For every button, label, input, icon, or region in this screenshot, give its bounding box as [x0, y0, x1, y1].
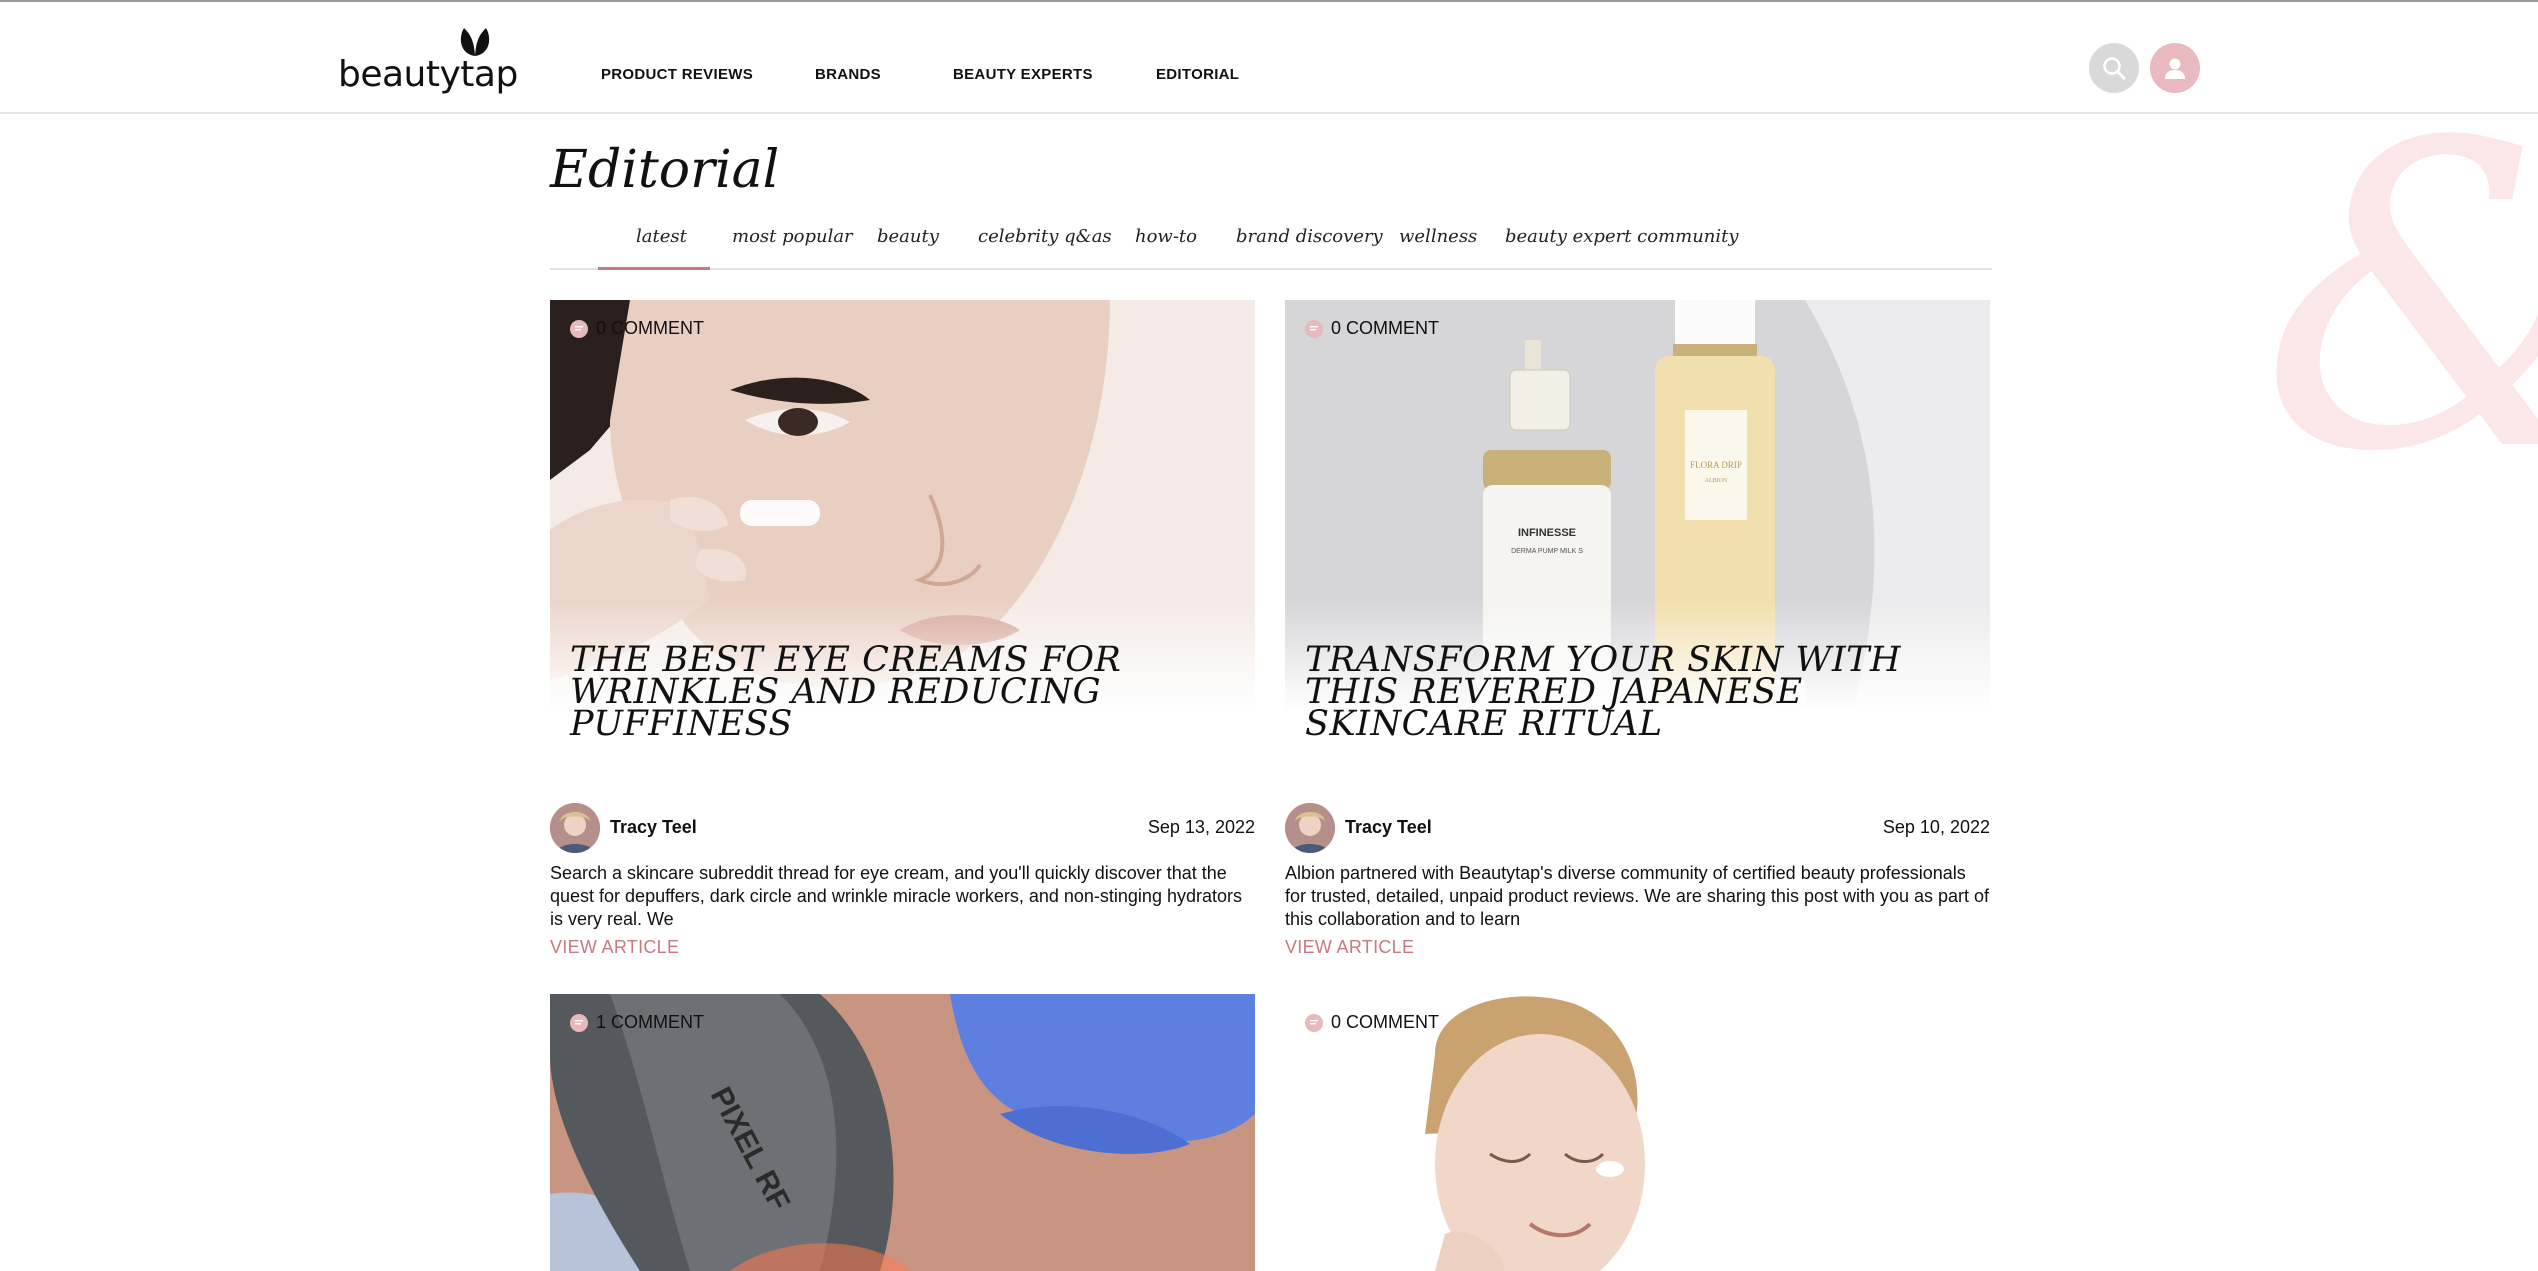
site-header: beautytap PRODUCT REVIEWS BRANDS BEAUTY …: [0, 2, 2538, 114]
author-name[interactable]: Tracy Teel: [1345, 817, 1432, 838]
article-card: PIXEL RF 1 COMMENT: [550, 994, 1255, 1271]
product-label-4: ALBION: [1705, 478, 1728, 484]
nav-brands[interactable]: BRANDS: [815, 66, 881, 83]
logo-text: beautytap: [338, 54, 518, 95]
article-card: 0 COMMENT: [1285, 994, 1990, 1271]
user-icon: [2165, 58, 2185, 79]
comment-icon: [570, 319, 588, 338]
comment-count-label: 0 COMMENT: [1331, 1012, 1439, 1032]
article-title[interactable]: TRANSFORM YOUR SKIN WITH THIS REVERED JA…: [1305, 643, 1975, 741]
article-meta: Tracy Teel Sep 10, 2022: [1285, 803, 1990, 853]
comment-count[interactable]: 0 COMMENT: [1305, 318, 1439, 339]
article-title[interactable]: THE BEST EYE CREAMS FOR WRINKLES AND RED…: [570, 643, 1240, 741]
account-button[interactable]: [2150, 43, 2200, 93]
tab-how-to[interactable]: how-to: [1135, 226, 1197, 247]
product-label-2: DERMA PUMP MILK S: [1511, 548, 1583, 555]
article-image[interactable]: 0 COMMENT THE BEST EYE CREAMS FOR WRINKL…: [550, 300, 1255, 740]
nav-editorial[interactable]: EDITORIAL: [1156, 66, 1239, 83]
view-article-link[interactable]: VIEW ARTICLE: [550, 937, 679, 958]
article-card: 0 COMMENT THE BEST EYE CREAMS FOR WRINKL…: [550, 300, 1255, 957]
article-image[interactable]: 0 COMMENT: [1285, 994, 1990, 1271]
article-card: INFINESSE DERMA PUMP MILK S FLORA DRIP A…: [1285, 300, 1990, 957]
article-excerpt: Search a skincare subreddit thread for e…: [550, 863, 1242, 929]
author-name[interactable]: Tracy Teel: [610, 817, 697, 838]
active-tab-indicator: [598, 267, 710, 270]
comment-count-label: 1 COMMENT: [596, 1012, 704, 1032]
article-image[interactable]: PIXEL RF 1 COMMENT: [550, 994, 1255, 1271]
comment-count-label: 0 COMMENT: [596, 318, 704, 338]
product-label-1: INFINESSE: [1518, 527, 1576, 539]
article-date: Sep 10, 2022: [1882, 817, 1990, 837]
tab-beauty[interactable]: beauty: [877, 226, 939, 247]
tab-brand-discovery[interactable]: brand discovery: [1236, 226, 1383, 247]
article-image[interactable]: INFINESSE DERMA PUMP MILK S FLORA DRIP A…: [1285, 300, 1990, 740]
comment-count-label: 0 COMMENT: [1331, 318, 1439, 338]
product-label-3: FLORA DRIP: [1690, 460, 1742, 470]
tab-celebrity-qas[interactable]: celebrity q&as: [978, 226, 1112, 247]
nav-product-reviews[interactable]: PRODUCT REVIEWS: [601, 66, 753, 83]
device-illustration: PIXEL RF: [550, 994, 1255, 1271]
article-excerpt: Albion partnered with Beautytap's divers…: [1285, 863, 1990, 929]
article-meta: Tracy Teel Sep 13, 2022: [550, 803, 1255, 853]
tab-latest[interactable]: latest: [636, 226, 687, 247]
comment-icon: [1305, 319, 1323, 338]
view-article-link[interactable]: VIEW ARTICLE: [1285, 937, 1414, 958]
comment-count[interactable]: 0 COMMENT: [570, 318, 704, 339]
search-icon: [2103, 57, 2126, 80]
author-avatar[interactable]: [1285, 803, 1335, 853]
leaf-logo-icon: [460, 28, 490, 56]
author-avatar[interactable]: [550, 803, 600, 853]
model-illustration: [1285, 994, 1990, 1271]
category-tabs: latest most popular beauty celebrity q&a…: [550, 210, 1992, 270]
search-button[interactable]: [2089, 43, 2139, 93]
page-title: Editorial: [550, 140, 780, 200]
article-date: Sep 13, 2022: [1147, 817, 1255, 837]
logo[interactable]: beautytap: [338, 20, 518, 100]
comment-count[interactable]: 1 COMMENT: [570, 1012, 704, 1033]
tab-most-popular[interactable]: most popular: [732, 226, 853, 247]
tab-wellness[interactable]: wellness: [1399, 226, 1477, 247]
decorative-ampersand: &: [2260, 90, 2538, 510]
comment-icon: [570, 1013, 588, 1032]
comment-count[interactable]: 0 COMMENT: [1305, 1012, 1439, 1033]
comment-icon: [1305, 1013, 1323, 1032]
nav-beauty-experts[interactable]: BEAUTY EXPERTS: [953, 66, 1093, 83]
tab-beauty-expert-community[interactable]: beauty expert community: [1505, 226, 1739, 247]
